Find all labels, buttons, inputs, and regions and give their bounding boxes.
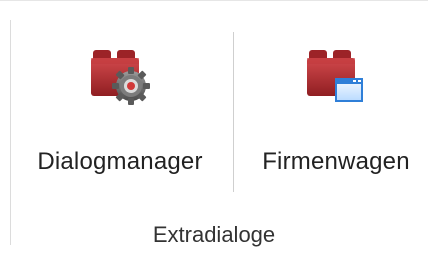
ribbon-group-label: Extradialoge — [152, 222, 276, 247]
ribbon-group-extradialoge: Dialogmanager Firmenwagen Extradialoge — [0, 0, 428, 257]
ribbon-group-left-border — [10, 20, 11, 245]
folder-window-icon — [303, 40, 369, 106]
firmenwagen-label: Firmenwagen — [262, 148, 410, 175]
ribbon-separator — [233, 32, 234, 192]
folder-gear-icon — [87, 40, 153, 106]
dialogmanager-button[interactable]: Dialogmanager — [22, 30, 218, 180]
dialogmanager-label: Dialogmanager — [37, 148, 203, 175]
ribbon-top-border — [0, 0, 428, 1]
firmenwagen-button[interactable]: Firmenwagen — [248, 30, 424, 180]
